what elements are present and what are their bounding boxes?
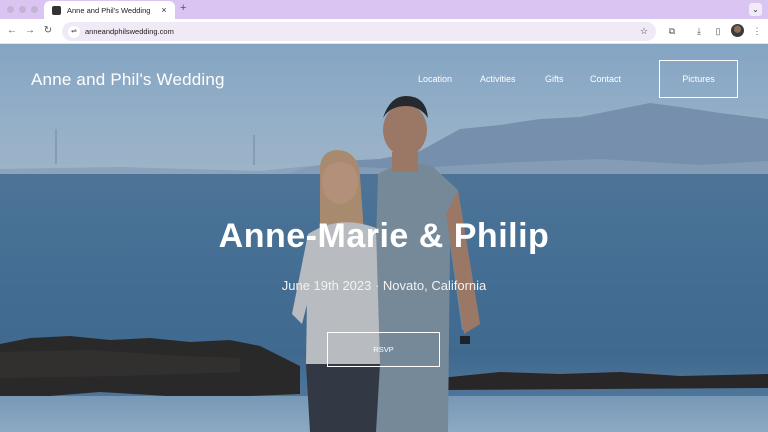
site-info-icon[interactable]: ⇌ — [68, 25, 80, 38]
browser-tab[interactable]: Anne and Phil's Wedding × — [44, 1, 175, 19]
pictures-button[interactable]: Pictures — [659, 60, 738, 98]
tab-close-icon[interactable]: × — [159, 5, 169, 15]
nav-link-location[interactable]: Location — [418, 74, 452, 84]
tab-search-icon[interactable]: ⌄ — [749, 3, 762, 16]
reload-icon[interactable]: ↻ — [42, 25, 54, 37]
sidebar-icon[interactable]: ▯ — [712, 25, 724, 37]
window-zoom-dot[interactable] — [31, 6, 38, 13]
nav-link-contact[interactable]: Contact — [590, 74, 621, 84]
browser-menu-icon[interactable]: ⋮ — [751, 25, 763, 37]
profile-avatar[interactable] — [731, 24, 744, 37]
hero-title: Anne-Marie & Philip — [218, 217, 550, 255]
url-text[interactable]: anneandphilswedding.com — [85, 27, 640, 36]
forward-icon[interactable]: → — [24, 25, 36, 37]
nav-link-gifts[interactable]: Gifts — [545, 74, 564, 84]
bookmark-star-icon[interactable]: ☆ — [640, 26, 648, 37]
tab-title: Anne and Phil's Wedding — [67, 5, 151, 15]
rsvp-button[interactable]: RSVP — [327, 332, 440, 367]
new-tab-button[interactable]: + — [180, 2, 186, 14]
site-favicon-icon — [52, 5, 61, 15]
back-icon[interactable]: ← — [6, 25, 18, 37]
nav-link-activities[interactable]: Activities — [480, 74, 516, 84]
address-bar[interactable]: ⇌ anneandphilswedding.com ☆ — [62, 22, 656, 41]
extensions-icon[interactable]: ⧉ — [666, 25, 678, 37]
wedding-page: Anne and Phil's Wedding Location Activit… — [0, 44, 768, 432]
site-brand-title[interactable]: Anne and Phil's Wedding — [31, 70, 225, 90]
download-icon[interactable]: ⤓ — [693, 25, 705, 37]
hero-section: Anne and Phil's Wedding Location Activit… — [0, 44, 768, 432]
browser-toolbar: ← → ↻ ⇌ anneandphilswedding.com ☆ ⧉ ⤓ ▯ … — [0, 19, 768, 44]
browser-tab-strip: Anne and Phil's Wedding × + ⌄ — [0, 0, 768, 19]
hero-subtitle: June 19th 2023 · Novato, California — [281, 278, 487, 293]
window-close-dot[interactable] — [7, 6, 14, 13]
window-minimize-dot[interactable] — [19, 6, 26, 13]
